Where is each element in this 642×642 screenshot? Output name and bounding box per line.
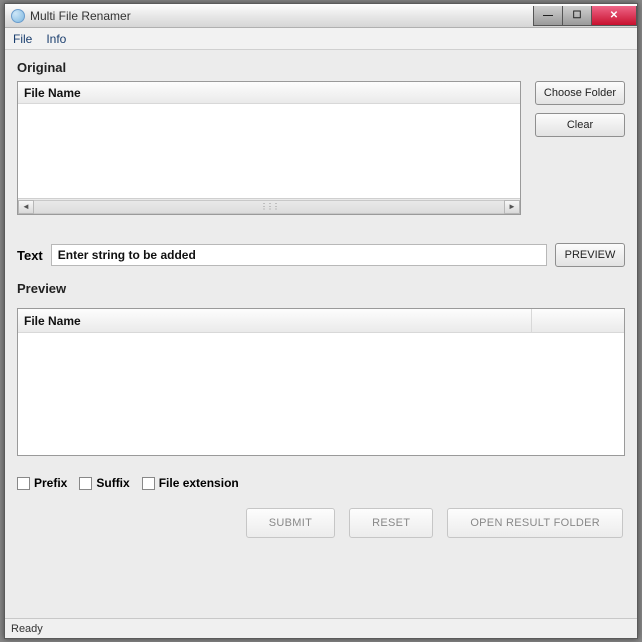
original-list-body — [18, 104, 520, 198]
preview-column-spacer — [532, 309, 624, 332]
close-icon: ✕ — [610, 10, 618, 21]
content-area: Original File Name ◄ ⋮⋮⋮ ► Choose Folder… — [5, 50, 637, 538]
close-button[interactable]: ✕ — [591, 6, 637, 26]
preview-header: File Name — [18, 309, 624, 333]
preview-button[interactable]: PREVIEW — [555, 243, 625, 267]
preview-listbox[interactable]: File Name — [17, 308, 625, 456]
text-input[interactable] — [51, 244, 547, 266]
original-listbox[interactable]: File Name ◄ ⋮⋮⋮ ► — [17, 81, 521, 215]
preview-label: Preview — [17, 281, 66, 296]
reset-button[interactable]: RESET — [349, 508, 433, 538]
clear-button[interactable]: Clear — [535, 113, 625, 137]
prefix-label: Prefix — [34, 476, 67, 490]
submit-button[interactable]: SUBMIT — [246, 508, 335, 538]
window-controls: — ☐ ✕ — [534, 6, 637, 26]
maximize-icon: ☐ — [573, 10, 582, 21]
menu-info[interactable]: Info — [46, 32, 66, 46]
original-column-header[interactable]: File Name — [18, 82, 520, 104]
text-label: Text — [17, 248, 43, 263]
suffix-label: Suffix — [96, 476, 129, 490]
maximize-button[interactable]: ☐ — [562, 6, 592, 26]
checkbox-row: Prefix Suffix File extension — [17, 476, 625, 490]
minimize-button[interactable]: — — [533, 6, 563, 26]
status-text: Ready — [11, 623, 43, 635]
preview-column-header[interactable]: File Name — [18, 309, 532, 332]
file-extension-checkbox[interactable] — [142, 477, 155, 490]
original-row: File Name ◄ ⋮⋮⋮ ► Choose Folder Clear — [17, 81, 625, 215]
titlebar[interactable]: Multi File Renamer — ☐ ✕ — [5, 4, 637, 28]
minimize-icon: — — [543, 10, 553, 21]
horizontal-scrollbar[interactable]: ◄ ⋮⋮⋮ ► — [18, 198, 520, 214]
text-row: Text PREVIEW — [17, 243, 625, 267]
suffix-checkbox[interactable] — [79, 477, 92, 490]
choose-folder-button[interactable]: Choose Folder — [535, 81, 625, 105]
menu-file[interactable]: File — [13, 32, 32, 46]
file-extension-label: File extension — [159, 476, 239, 490]
preview-button-wrap: PREVIEW — [555, 243, 625, 267]
scroll-left-arrow-icon[interactable]: ◄ — [18, 200, 34, 214]
scroll-grip-icon: ⋮⋮⋮ — [260, 202, 278, 211]
prefix-checkbox[interactable] — [17, 477, 30, 490]
menubar: File Info — [5, 28, 637, 50]
open-result-folder-button[interactable]: OPEN RESULT FOLDER — [447, 508, 623, 538]
scroll-right-arrow-icon[interactable]: ► — [504, 200, 520, 214]
original-side-buttons: Choose Folder Clear — [535, 81, 625, 137]
preview-section: Preview File Name — [17, 281, 625, 456]
window-title: Multi File Renamer — [30, 9, 534, 23]
app-icon — [11, 9, 25, 23]
statusbar: Ready — [5, 618, 637, 638]
bottom-buttons: SUBMIT RESET OPEN RESULT FOLDER — [17, 508, 625, 538]
original-label: Original — [17, 60, 66, 75]
app-window: Multi File Renamer — ☐ ✕ File Info Origi… — [4, 3, 638, 639]
scroll-track[interactable]: ⋮⋮⋮ — [34, 200, 504, 214]
